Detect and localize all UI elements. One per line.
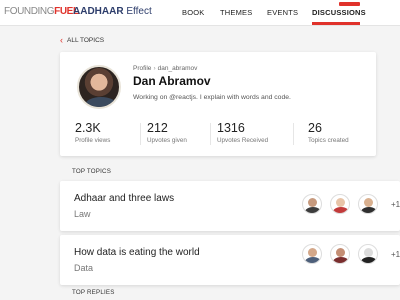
stat-upvotes-received: 1316 Upvotes Received [217,121,287,144]
stat-profile-views: 2.3K Profile views [75,121,145,144]
profile-name: Dan Abramov [133,74,211,88]
stat-topics-created: 26 Topics created [308,121,378,144]
chevron-left-icon: ‹ [60,35,63,45]
breadcrumb: Profile › dan_abramov [133,65,197,72]
product-title-main: AADHAAR [73,6,124,17]
topic-category: Data [74,263,94,273]
participant-avatar[interactable] [358,244,378,264]
stat-value: 2.3K [75,121,101,135]
stat-value: 1316 [217,121,245,135]
top-navbar: FOUNDINGFUEL AADHAAR Effect BOOK THEMES … [0,0,400,26]
topic-title[interactable]: Adhaar and three laws [74,193,174,204]
back-to-all-topics[interactable]: ‹ ALL TOPICS [60,36,104,45]
topic-card[interactable]: Adhaar and three laws Law +1 [60,181,400,231]
stat-label: Upvotes given [147,137,187,144]
nav-themes[interactable]: THEMES [220,8,252,17]
discussions-badge [339,2,360,6]
participant-avatar[interactable] [330,194,350,214]
top-topics-heading: TOP TOPICS [72,168,112,175]
nav-events[interactable]: EVENTS [267,8,298,17]
product-title[interactable]: AADHAAR Effect [73,6,152,17]
breadcrumb-separator-icon: › [153,65,156,72]
more-participants-count[interactable]: +1 [391,250,400,259]
breadcrumb-profile[interactable]: Profile [133,65,151,72]
stat-upvotes-given: 212 Upvotes given [147,121,217,144]
topic-category: Law [74,209,91,219]
logo-text-prefix: FOUNDING [4,6,55,17]
breadcrumb-username: dan_abramov [157,65,198,72]
participant-avatar[interactable] [302,194,322,214]
active-nav-indicator [312,22,360,25]
stat-value: 212 [147,121,168,135]
stat-label: Upvotes Received [217,137,269,144]
nav-discussions[interactable]: DISCUSSIONS [312,8,366,17]
foundingfuel-logo[interactable]: FOUNDINGFUEL [4,6,79,17]
participant-avatar[interactable] [330,244,350,264]
profile-avatar [77,65,121,109]
profile-bio: Working on @reactjs. I explain with word… [133,94,291,101]
stat-label: Topics created [308,137,349,144]
topic-card[interactable]: How data is eating the world Data +1 [60,235,400,285]
participant-avatar[interactable] [302,244,322,264]
topic-title[interactable]: How data is eating the world [74,247,200,258]
participant-avatar[interactable] [358,194,378,214]
stat-divider [210,123,211,145]
nav-book[interactable]: BOOK [182,8,204,17]
top-replies-heading: TOP REPLIES [72,289,115,296]
stat-value: 26 [308,121,322,135]
more-participants-count[interactable]: +1 [391,200,400,209]
back-link-label: ALL TOPICS [67,37,105,44]
stat-label: Profile views [75,137,111,144]
stat-divider [140,123,141,145]
stat-divider [293,123,294,145]
product-title-sub: Effect [126,6,152,17]
profile-card: Profile › dan_abramov Dan Abramov Working … [60,52,376,156]
